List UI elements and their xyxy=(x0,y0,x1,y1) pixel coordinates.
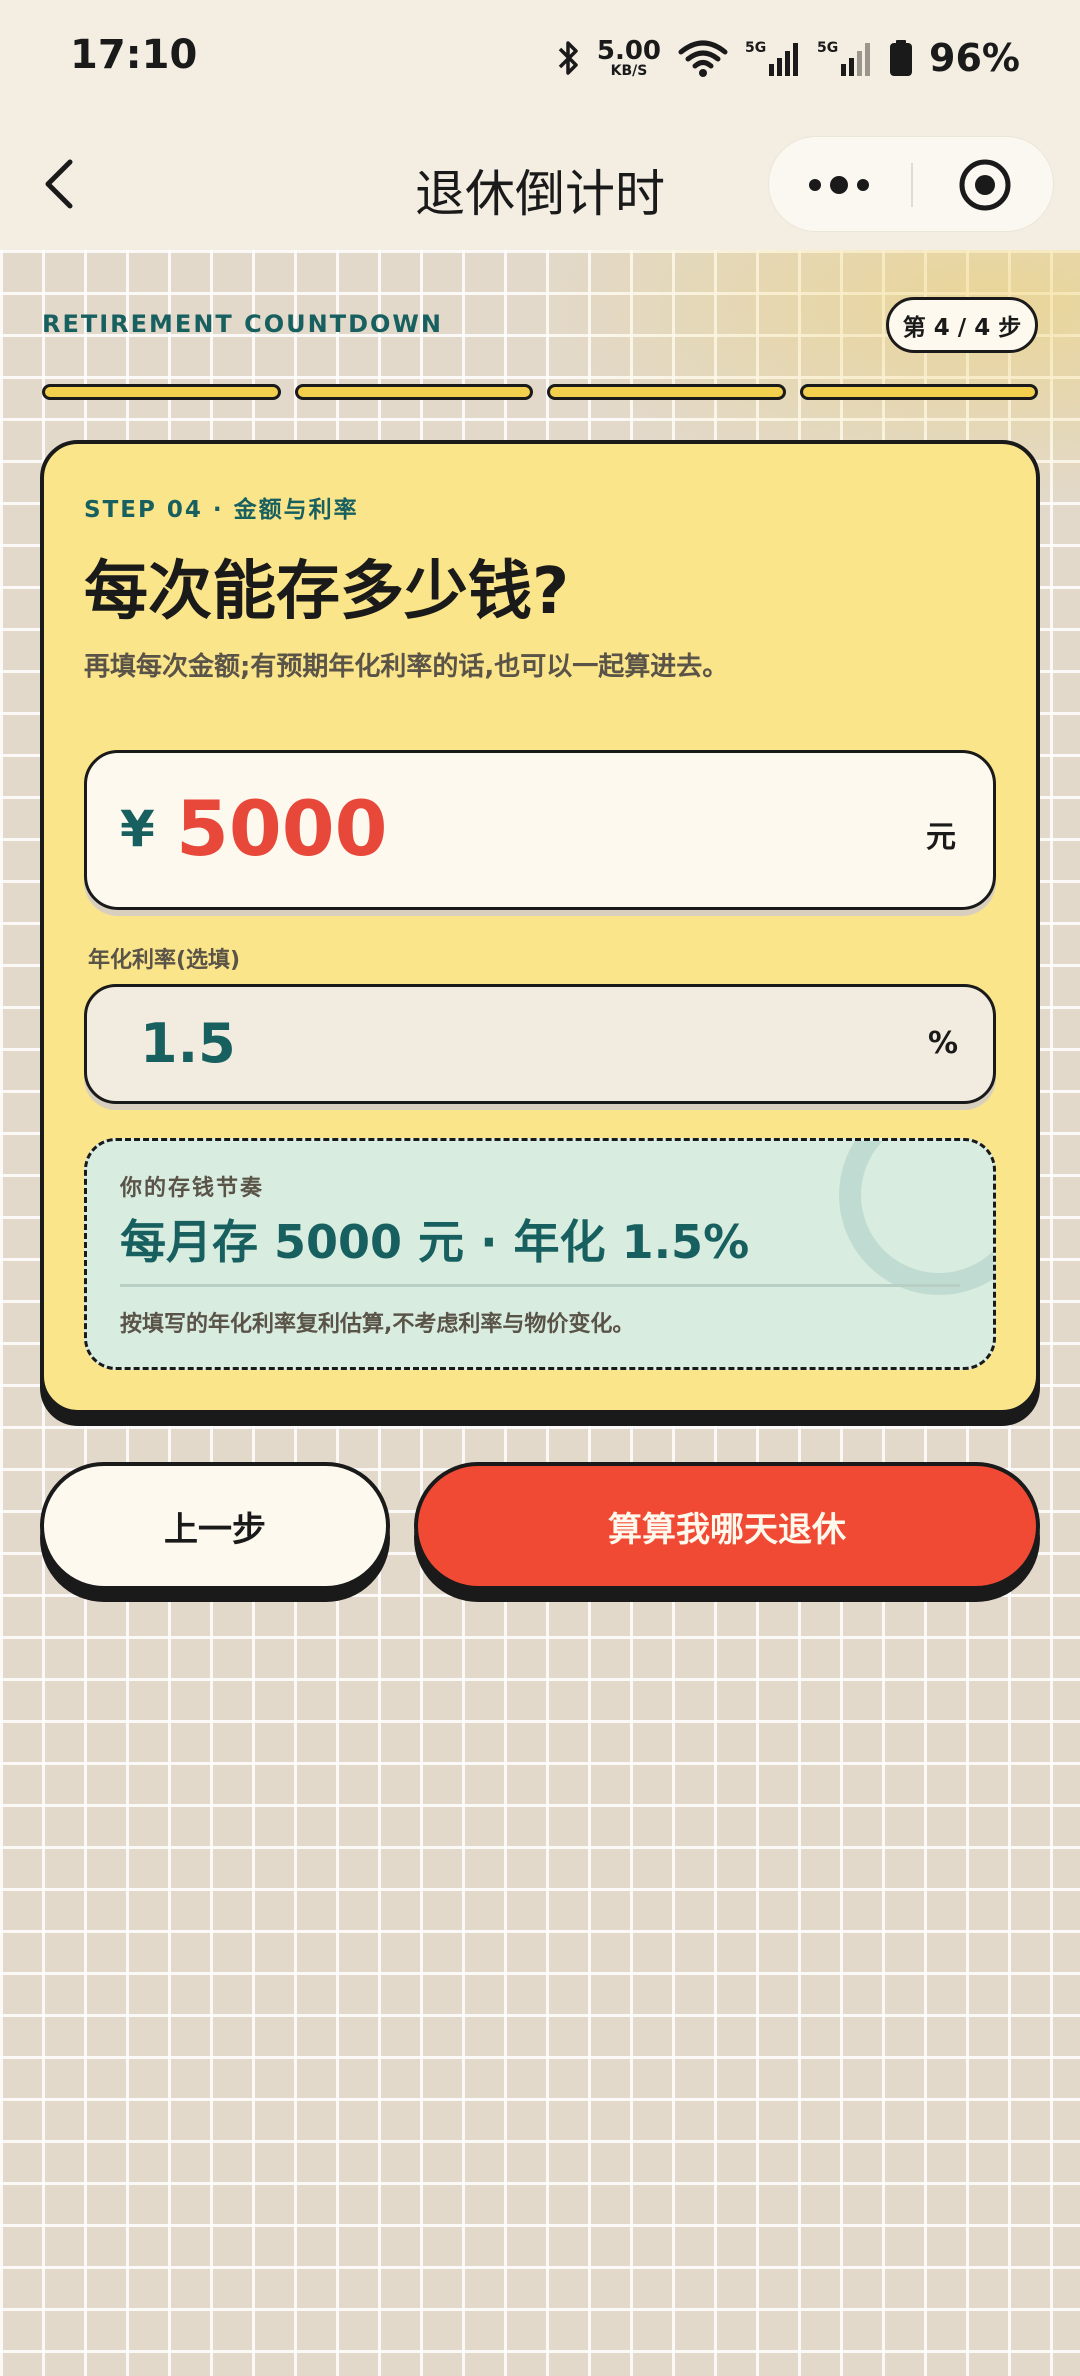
prev-step-button[interactable]: 上一步 xyxy=(40,1462,390,1590)
status-icons: 5.00 KB/S 5G 5G 96% xyxy=(557,30,1020,86)
capsule-divider xyxy=(911,163,913,207)
nav-bar: 退休倒计时 xyxy=(0,118,1080,250)
more-button[interactable] xyxy=(769,137,909,233)
close-mini-program-button[interactable] xyxy=(915,137,1055,233)
back-button[interactable] xyxy=(30,152,90,216)
svg-text:5G: 5G xyxy=(745,40,766,56)
summary-label: 你的存钱节奏 xyxy=(120,1176,265,1201)
progress-segment xyxy=(799,384,1038,400)
battery-icon xyxy=(889,38,913,78)
rate-value[interactable]: 1.5 xyxy=(140,1012,236,1075)
step-indicator-badge: 第 4 / 4 步 xyxy=(886,297,1038,353)
progress-segment xyxy=(294,384,533,400)
progress-segment xyxy=(42,384,281,400)
brand-label: RETIREMENT COUNTDOWN xyxy=(42,310,443,338)
signal-5g-icon: 5G xyxy=(745,38,801,78)
svg-text:5G: 5G xyxy=(817,40,838,56)
mini-program-capsule xyxy=(768,136,1054,232)
progress-bar xyxy=(42,384,1038,400)
target-circle-icon xyxy=(959,159,1011,211)
wifi-icon xyxy=(677,38,729,78)
summary-value: 每月存 5000 元 · 年化 1.5% xyxy=(120,1215,750,1269)
network-speed-value: 5.00 xyxy=(596,36,662,66)
calculate-retirement-button[interactable]: 算算我哪天退休 xyxy=(414,1462,1040,1590)
status-bar: 17:10 5.00 KB/S 5G 5G 96% xyxy=(0,0,1080,118)
more-dots-icon xyxy=(809,176,869,194)
battery-percent: 96% xyxy=(929,36,1020,80)
bluetooth-icon xyxy=(557,38,581,78)
network-speed: 5.00 KB/S xyxy=(597,38,661,78)
summary-divider xyxy=(120,1284,960,1287)
rate-label: 年化利率(选填) xyxy=(88,948,241,973)
currency-symbol: ¥ xyxy=(120,800,155,858)
amount-value[interactable]: 5000 xyxy=(176,784,388,873)
card-heading: 每次能存多少钱? xyxy=(84,555,570,629)
card-subtext: 再填每次金额;有预期年化利率的话,也可以一起算进去。 xyxy=(84,652,729,682)
summary-note: 按填写的年化利率复利估算,不考虑利率与物价变化。 xyxy=(120,1312,635,1337)
rate-unit: % xyxy=(928,1026,959,1061)
status-time: 17:10 xyxy=(70,32,198,78)
network-speed-unit: KB/S xyxy=(610,63,648,79)
step-label: STEP 04 · 金额与利率 xyxy=(84,497,359,523)
chevron-left-icon xyxy=(45,159,73,209)
decorative-ring xyxy=(839,1141,993,1295)
progress-segment xyxy=(547,384,786,400)
amount-unit: 元 xyxy=(926,820,956,855)
signal-5g-icon: 5G xyxy=(817,38,873,78)
